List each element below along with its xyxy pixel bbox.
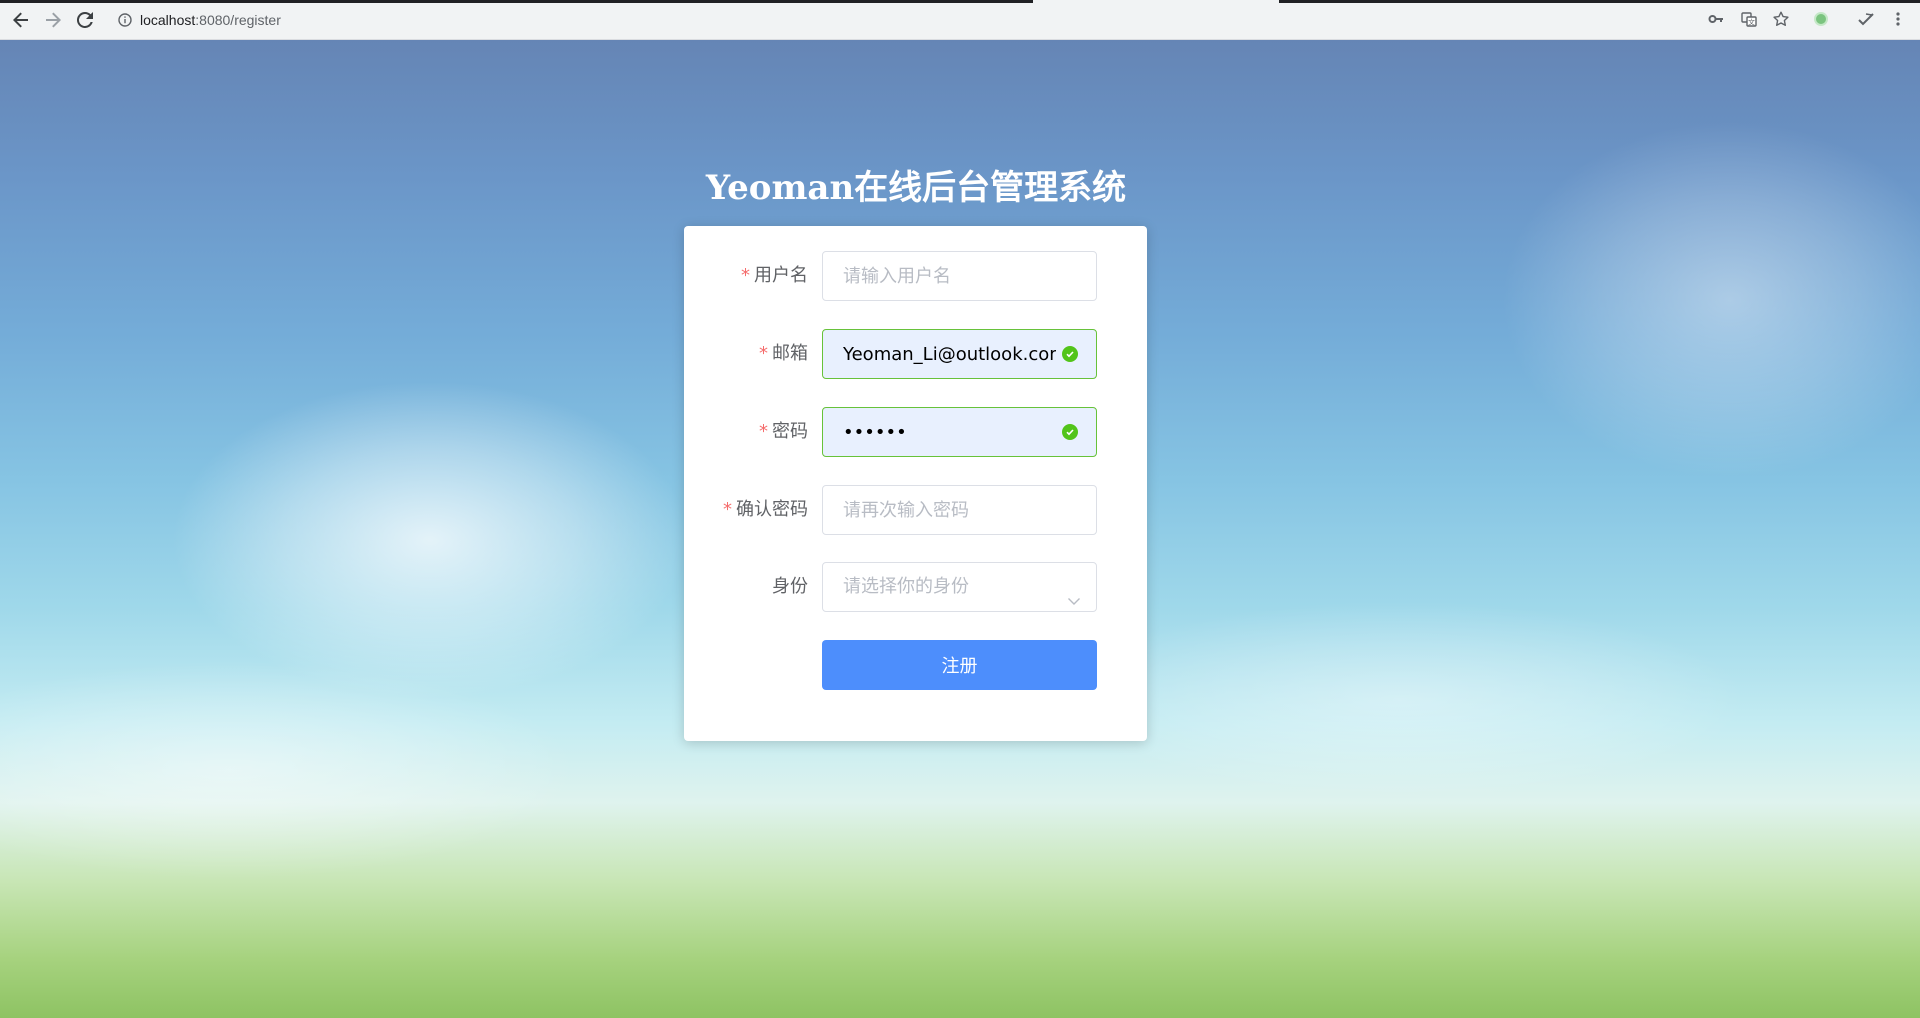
svg-text:文: 文 xyxy=(1748,18,1755,27)
role-select[interactable]: 请选择你的身份 xyxy=(822,562,1097,612)
address-bar[interactable]: localhost:8080/register xyxy=(108,6,1708,34)
register-page: Yeoman在线后台管理系统 *用户名 *邮箱 *密码 *确认密码 xyxy=(0,40,1920,1018)
username-row: * 用户名 xyxy=(684,251,1147,301)
translate-icon[interactable]: 文 xyxy=(1738,8,1760,30)
background-cloud xyxy=(170,380,690,700)
email-row: * 邮箱 xyxy=(684,329,1147,379)
url-path: :8080/register xyxy=(195,12,281,28)
email-input[interactable] xyxy=(822,329,1097,379)
url-text[interactable]: localhost:8080/register xyxy=(140,12,281,28)
required-asterisk: * xyxy=(741,265,750,286)
username-label-text: 用户名 xyxy=(754,265,808,286)
email-label-text: 邮箱 xyxy=(772,343,808,364)
role-label: 身份 xyxy=(772,576,808,597)
register-form-card: *用户名 *邮箱 *密码 *确认密码 身份 请 xyxy=(684,226,1147,741)
required-asterisk: * xyxy=(759,421,768,442)
key-icon[interactable] xyxy=(1705,8,1727,30)
password-label-text: 密码 xyxy=(772,421,808,442)
confirm-password-row: * 确认密码 xyxy=(684,485,1147,535)
password-input[interactable] xyxy=(822,407,1097,457)
required-asterisk: * xyxy=(759,343,768,364)
username-input[interactable] xyxy=(822,251,1097,301)
background-cloud xyxy=(0,660,580,880)
check-circle-icon xyxy=(1062,346,1078,362)
arrow-right-icon xyxy=(46,12,61,28)
role-select-placeholder: 请选择你的身份 xyxy=(843,576,969,597)
check-circle-icon xyxy=(1062,424,1078,440)
page-title: Yeoman在线后台管理系统 xyxy=(705,168,1127,208)
reload-icon xyxy=(77,12,93,28)
bookmark-star-icon[interactable] xyxy=(1770,8,1792,30)
tab-strip xyxy=(0,0,1920,3)
back-button[interactable] xyxy=(8,8,34,32)
active-tab[interactable] xyxy=(1033,0,1279,3)
plugin-icon[interactable] xyxy=(1855,8,1877,30)
username-label: * 用户名 xyxy=(684,251,808,301)
background-cloud xyxy=(1050,600,1750,800)
arrow-left-icon xyxy=(13,12,28,28)
confirm-password-label-text: 确认密码 xyxy=(736,499,808,520)
email-label: * 邮箱 xyxy=(684,329,808,379)
password-row: * 密码 xyxy=(684,407,1147,457)
browser-toolbar: localhost:8080/register 文 xyxy=(0,0,1920,40)
confirm-password-label: * 确认密码 xyxy=(684,485,808,535)
required-asterisk: * xyxy=(723,499,732,520)
reload-button[interactable] xyxy=(72,8,98,32)
more-menu-icon[interactable] xyxy=(1887,8,1909,30)
info-icon[interactable] xyxy=(118,13,132,27)
register-button[interactable]: 注册 xyxy=(822,640,1097,690)
chevron-down-icon xyxy=(1066,580,1082,605)
confirm-password-input[interactable] xyxy=(822,485,1097,535)
role-row: 身份 请选择你的身份 xyxy=(684,562,1147,612)
forward-button[interactable] xyxy=(40,8,66,32)
extension-icon[interactable] xyxy=(1810,8,1832,30)
url-host: localhost xyxy=(140,12,196,28)
submit-row: 注册 xyxy=(684,640,1147,690)
password-label: * 密码 xyxy=(684,407,808,457)
